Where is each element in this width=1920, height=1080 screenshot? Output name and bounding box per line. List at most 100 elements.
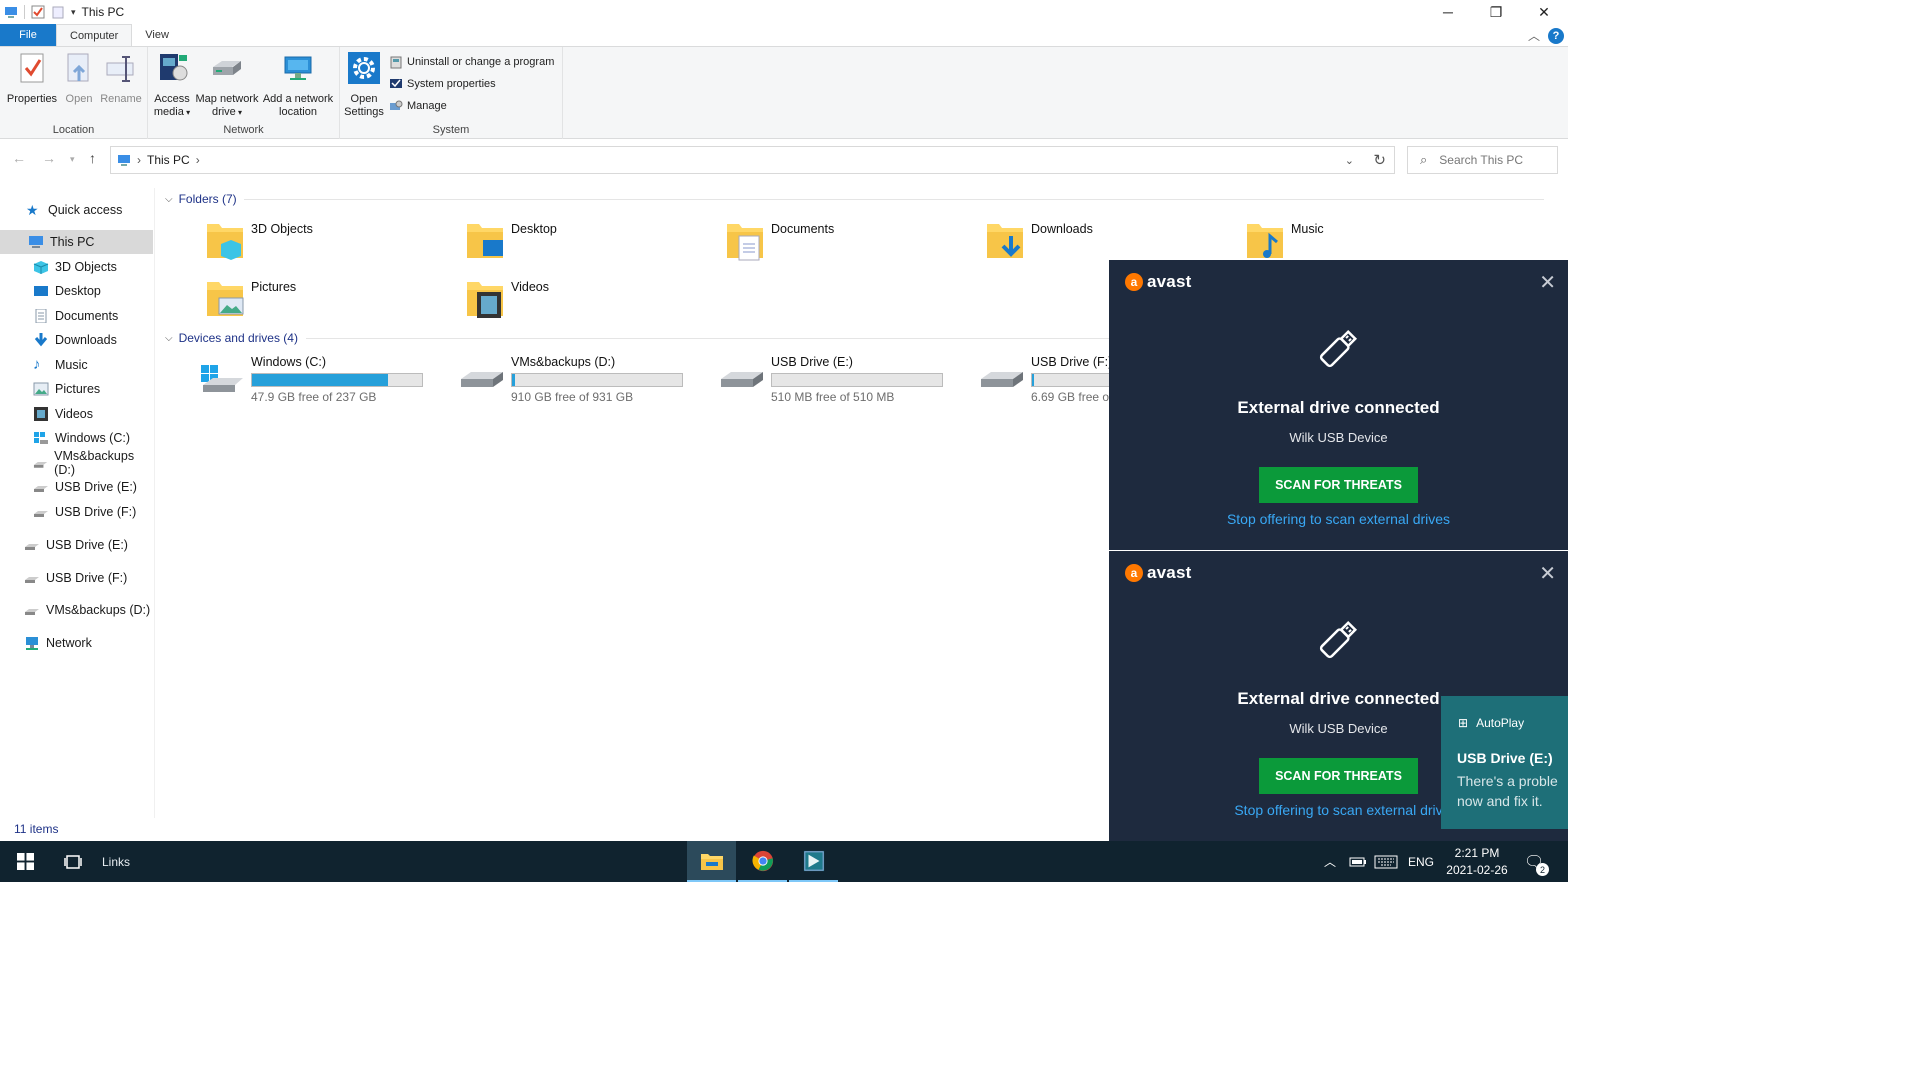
- close-button[interactable]: ✕: [1520, 0, 1568, 24]
- rename-label: Rename: [100, 93, 142, 105]
- uninstall-program-button[interactable]: Uninstall or change a program: [389, 55, 554, 69]
- devices-section-header[interactable]: ⌵ Devices and drives (4): [165, 331, 298, 345]
- drive-usb-e[interactable]: USB Drive (E:) 510 MB free of 510 MB: [719, 355, 959, 405]
- open-settings-button[interactable]: Open Settings: [344, 51, 384, 119]
- sidebar-item-windows-c[interactable]: Windows (C:): [0, 426, 153, 450]
- sidebar-item-quick-access[interactable]: ★ Quick access: [0, 198, 153, 222]
- rename-button[interactable]: Rename: [100, 51, 142, 106]
- open-icon: [67, 53, 89, 82]
- manage-button[interactable]: Manage: [389, 99, 447, 113]
- network-icon: [26, 637, 38, 650]
- help-icon[interactable]: ?: [1548, 27, 1564, 44]
- drive-usage-bar: [251, 373, 423, 387]
- drive-vms-backups-d[interactable]: VMs&backups (D:) 910 GB free of 931 GB: [459, 355, 699, 405]
- sidebar-item-desktop[interactable]: Desktop: [0, 279, 153, 303]
- sidebar-item-videos[interactable]: Videos: [0, 402, 153, 426]
- folder-pictures[interactable]: Pictures: [205, 276, 455, 326]
- dropdown-arrow-icon: ▾: [183, 108, 191, 117]
- sidebar-item-usb-drive-f-root[interactable]: USB Drive (F:): [0, 566, 153, 590]
- language-indicator[interactable]: ENG: [1408, 841, 1434, 882]
- sidebar-item-this-pc[interactable]: This PC: [0, 230, 153, 254]
- minimize-button[interactable]: ─: [1424, 0, 1472, 24]
- sidebar-item-network[interactable]: Network: [0, 631, 153, 655]
- sidebar-item-3d-objects[interactable]: 3D Objects: [0, 255, 153, 279]
- sidebar-item-documents[interactable]: Documents: [0, 304, 153, 328]
- video-icon: [34, 407, 48, 421]
- taskbar-file-explorer[interactable]: [687, 841, 736, 882]
- new-folder-icon[interactable]: [51, 5, 65, 19]
- collapse-chevron-icon: ⌵: [165, 332, 173, 344]
- taskbar-app[interactable]: [789, 841, 838, 882]
- clock[interactable]: 2:21 PM 2021-02-26: [1442, 841, 1512, 882]
- scan-for-threats-button[interactable]: SCAN FOR THREATS: [1259, 758, 1418, 794]
- drive-usage-fill: [512, 374, 516, 386]
- drive-icon: [33, 462, 48, 468]
- search-input[interactable]: ⌕ Search This PC: [1407, 146, 1558, 174]
- pc-icon[interactable]: [4, 5, 18, 19]
- stop-offering-link[interactable]: Stop offering to scan external drives: [1109, 511, 1568, 527]
- sidebar-item-downloads[interactable]: Downloads: [0, 328, 153, 352]
- drive-icon: [721, 372, 763, 387]
- links-toolbar[interactable]: Links: [98, 841, 134, 882]
- breadcrumb-separator-icon[interactable]: ›: [196, 153, 200, 167]
- tab-computer[interactable]: Computer: [56, 24, 133, 46]
- sidebar-item-label: Windows (C:): [55, 431, 131, 445]
- back-arrow-icon[interactable]: ←: [12, 150, 26, 166]
- collapse-ribbon-chevron-icon[interactable]: ︿: [1528, 27, 1540, 44]
- star-icon: ★: [26, 202, 39, 218]
- folder-documents[interactable]: Documents: [725, 218, 975, 268]
- folders-section-header[interactable]: ⌵ Folders (7): [165, 192, 237, 206]
- customize-qat-chevron-icon[interactable]: ▾: [71, 7, 76, 18]
- task-view-button[interactable]: [52, 841, 94, 882]
- drive-windows-c[interactable]: Windows (C:) 47.9 GB free of 237 GB: [199, 355, 439, 405]
- close-icon[interactable]: ✕: [1539, 561, 1556, 586]
- forward-arrow-icon[interactable]: →: [42, 150, 56, 166]
- chrome-icon: [751, 850, 773, 871]
- scan-for-threats-button[interactable]: SCAN FOR THREATS: [1259, 467, 1418, 503]
- avast-heading: External drive connected: [1237, 398, 1440, 417]
- sidebar-item-usb-drive-e-root[interactable]: USB Drive (E:): [0, 533, 153, 557]
- avast-logo: a avast: [1125, 272, 1191, 292]
- keyboard-icon[interactable]: [1374, 841, 1398, 882]
- properties-icon[interactable]: [31, 5, 45, 19]
- folder-desktop[interactable]: Desktop: [465, 218, 715, 268]
- sidebar-item-pictures[interactable]: Pictures: [0, 377, 153, 401]
- properties-label: Properties: [6, 93, 58, 105]
- sidebar-item-label: Desktop: [55, 284, 101, 298]
- address-bar[interactable]: › This PC › ⌄ ↻: [110, 146, 1395, 174]
- add-network-location-button[interactable]: Add a network location: [262, 51, 334, 119]
- sidebar-item-vms-backups-d[interactable]: VMs&backups (D:): [0, 449, 153, 477]
- up-arrow-icon[interactable]: ↑: [89, 150, 96, 166]
- system-properties-button[interactable]: System properties: [389, 77, 496, 91]
- start-button[interactable]: [0, 841, 50, 882]
- folder-label: Desktop: [511, 222, 557, 236]
- taskbar-chrome[interactable]: [738, 841, 787, 882]
- battery-icon[interactable]: [1349, 841, 1367, 882]
- autoplay-toast[interactable]: ⊞ AutoPlay USB Drive (E:) There's a prob…: [1441, 696, 1568, 829]
- address-dropdown-chevron-icon[interactable]: ⌄: [1345, 154, 1354, 167]
- breadcrumb-this-pc[interactable]: This PC: [147, 153, 190, 167]
- drive-icon: [34, 486, 48, 492]
- restore-button[interactable]: ❐: [1472, 0, 1520, 24]
- properties-button[interactable]: Properties: [6, 51, 58, 106]
- map-network-drive-button[interactable]: Map network drive ▾: [194, 51, 260, 119]
- sidebar-item-usb-drive-f[interactable]: USB Drive (F:): [0, 500, 153, 524]
- folder-3d-objects[interactable]: 3D Objects: [205, 218, 455, 268]
- window-controls: ─ ❐ ✕: [1424, 0, 1568, 24]
- tab-view[interactable]: View: [132, 24, 182, 46]
- recent-locations-chevron-icon[interactable]: ▾: [70, 154, 75, 165]
- show-hidden-icons-chevron-icon[interactable]: ︿: [1324, 841, 1336, 882]
- close-icon[interactable]: ✕: [1539, 270, 1556, 295]
- folder-videos[interactable]: Videos: [465, 276, 715, 326]
- sidebar-item-music[interactable]: ♪ Music: [0, 353, 153, 377]
- sidebar-item-label: 3D Objects: [55, 260, 117, 274]
- refresh-icon[interactable]: ↻: [1373, 151, 1386, 169]
- tab-file[interactable]: File: [0, 24, 56, 46]
- sidebar-item-label: Downloads: [55, 333, 117, 347]
- language-label: ENG: [1408, 854, 1435, 869]
- sidebar-item-usb-drive-e[interactable]: USB Drive (E:): [0, 475, 153, 499]
- action-center-button[interactable]: 🗨 2: [1524, 841, 1549, 882]
- sidebar-item-vms-backups-d-root[interactable]: VMs&backups (D:): [0, 598, 153, 622]
- access-media-button[interactable]: Access media ▾: [152, 51, 192, 119]
- open-button[interactable]: Open: [62, 51, 96, 106]
